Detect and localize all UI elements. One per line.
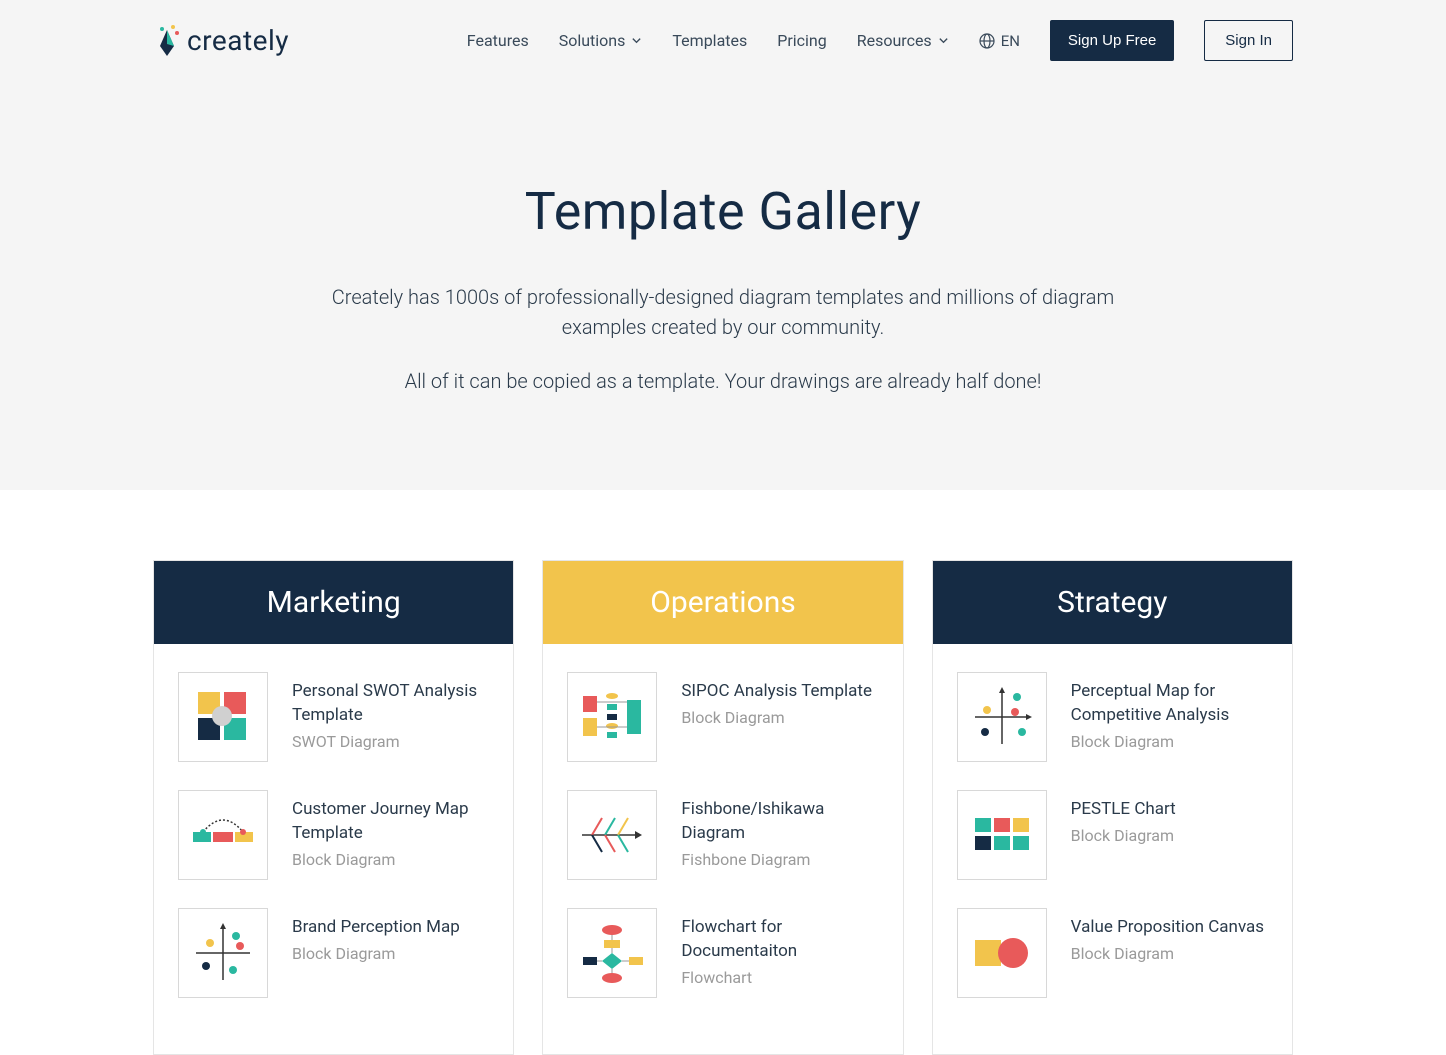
main-content: Marketing Personal SWOT Analysis Template… [123,560,1323,1055]
hero: Template Gallery Creately has 1000s of p… [273,181,1173,396]
template-column: Operations SIPOC Analysis Template Block D… [542,560,903,1055]
flowchart-thumbnail-icon [567,908,657,998]
swot-thumbnail-icon [178,672,268,762]
journey-thumbnail-icon [178,790,268,880]
template-title: Perceptual Map for Competitive Analysis [1071,680,1268,728]
column-body: Personal SWOT Analysis Template SWOT Diag… [154,644,513,1054]
header: creately Features Solutions Templates Pr… [123,0,1323,101]
template-columns: Marketing Personal SWOT Analysis Template… [153,560,1293,1055]
globe-icon [979,33,995,49]
language-selector[interactable]: EN [979,32,1020,50]
template-item[interactable]: Brand Perception Map Block Diagram [178,908,489,998]
hero-description-1: Creately has 1000s of professionally-des… [293,282,1153,342]
template-info: SIPOC Analysis Template Block Diagram [681,672,872,727]
hero-description-2: All of it can be copied as a template. Y… [293,366,1153,396]
template-item[interactable]: Perceptual Map for Competitive Analysis B… [957,672,1268,762]
template-column: Strategy Perceptual Map for Competitive A… [932,560,1293,1055]
template-item[interactable]: Fishbone/Ishikawa Diagram Fishbone Diagra… [567,790,878,880]
template-info: Brand Perception Map Block Diagram [292,908,460,963]
template-info: Fishbone/Ishikawa Diagram Fishbone Diagra… [681,790,878,869]
template-info: Value Proposition Canvas Block Diagram [1071,908,1264,963]
template-info: Customer Journey Map Template Block Diagr… [292,790,489,869]
template-item[interactable]: SIPOC Analysis Template Block Diagram [567,672,878,762]
template-type: Block Diagram [292,850,489,869]
template-type: Block Diagram [1071,944,1264,963]
perception-thumbnail-icon [178,908,268,998]
template-type: Block Diagram [1071,732,1268,751]
fishbone-thumbnail-icon [567,790,657,880]
column-header: Operations [543,561,902,644]
template-type: Block Diagram [292,944,460,963]
template-item[interactable]: Personal SWOT Analysis Template SWOT Diag… [178,672,489,762]
column-header: Marketing [154,561,513,644]
template-title: Fishbone/Ishikawa Diagram [681,798,878,846]
template-info: Perceptual Map for Competitive Analysis B… [1071,672,1268,751]
template-item[interactable]: PESTLE Chart Block Diagram [957,790,1268,880]
template-info: Personal SWOT Analysis Template SWOT Diag… [292,672,489,751]
column-body: Perceptual Map for Competitive Analysis B… [933,644,1292,1054]
sipoc-thumbnail-icon [567,672,657,762]
nav-solutions[interactable]: Solutions [559,31,643,50]
logo-icon [153,24,181,58]
template-title: Customer Journey Map Template [292,798,489,846]
template-column: Marketing Personal SWOT Analysis Template… [153,560,514,1055]
signup-button[interactable]: Sign Up Free [1050,20,1174,61]
column-body: SIPOC Analysis Template Block Diagram Fish… [543,644,902,1054]
template-title: Brand Perception Map [292,916,460,940]
template-title: SIPOC Analysis Template [681,680,872,704]
template-item[interactable]: Value Proposition Canvas Block Diagram [957,908,1268,998]
template-type: Block Diagram [1071,826,1176,845]
perceptual-thumbnail-icon [957,672,1047,762]
template-title: PESTLE Chart [1071,798,1176,822]
pestle-thumbnail-icon [957,790,1047,880]
nav-resources[interactable]: Resources [857,31,949,50]
logo[interactable]: creately [153,24,289,58]
template-item[interactable]: Customer Journey Map Template Block Diagr… [178,790,489,880]
template-type: Fishbone Diagram [681,850,878,869]
signin-button[interactable]: Sign In [1204,20,1293,61]
template-title: Personal SWOT Analysis Template [292,680,489,728]
logo-text: creately [187,24,289,57]
chevron-down-icon [631,35,642,46]
nav-pricing[interactable]: Pricing [777,31,827,50]
page-title: Template Gallery [293,181,1153,242]
template-info: Flowchart for Documentaiton Flowchart [681,908,878,987]
template-type: Flowchart [681,968,878,987]
template-info: PESTLE Chart Block Diagram [1071,790,1176,845]
template-type: Block Diagram [681,708,872,727]
template-title: Value Proposition Canvas [1071,916,1264,940]
nav-templates[interactable]: Templates [672,31,747,50]
main-nav: Features Solutions Templates Pricing Res… [467,20,1293,61]
template-type: SWOT Diagram [292,732,489,751]
column-header: Strategy [933,561,1292,644]
nav-features[interactable]: Features [467,31,529,50]
template-item[interactable]: Flowchart for Documentaiton Flowchart [567,908,878,998]
chevron-down-icon [938,35,949,46]
template-title: Flowchart for Documentaiton [681,916,878,964]
valueprop-thumbnail-icon [957,908,1047,998]
